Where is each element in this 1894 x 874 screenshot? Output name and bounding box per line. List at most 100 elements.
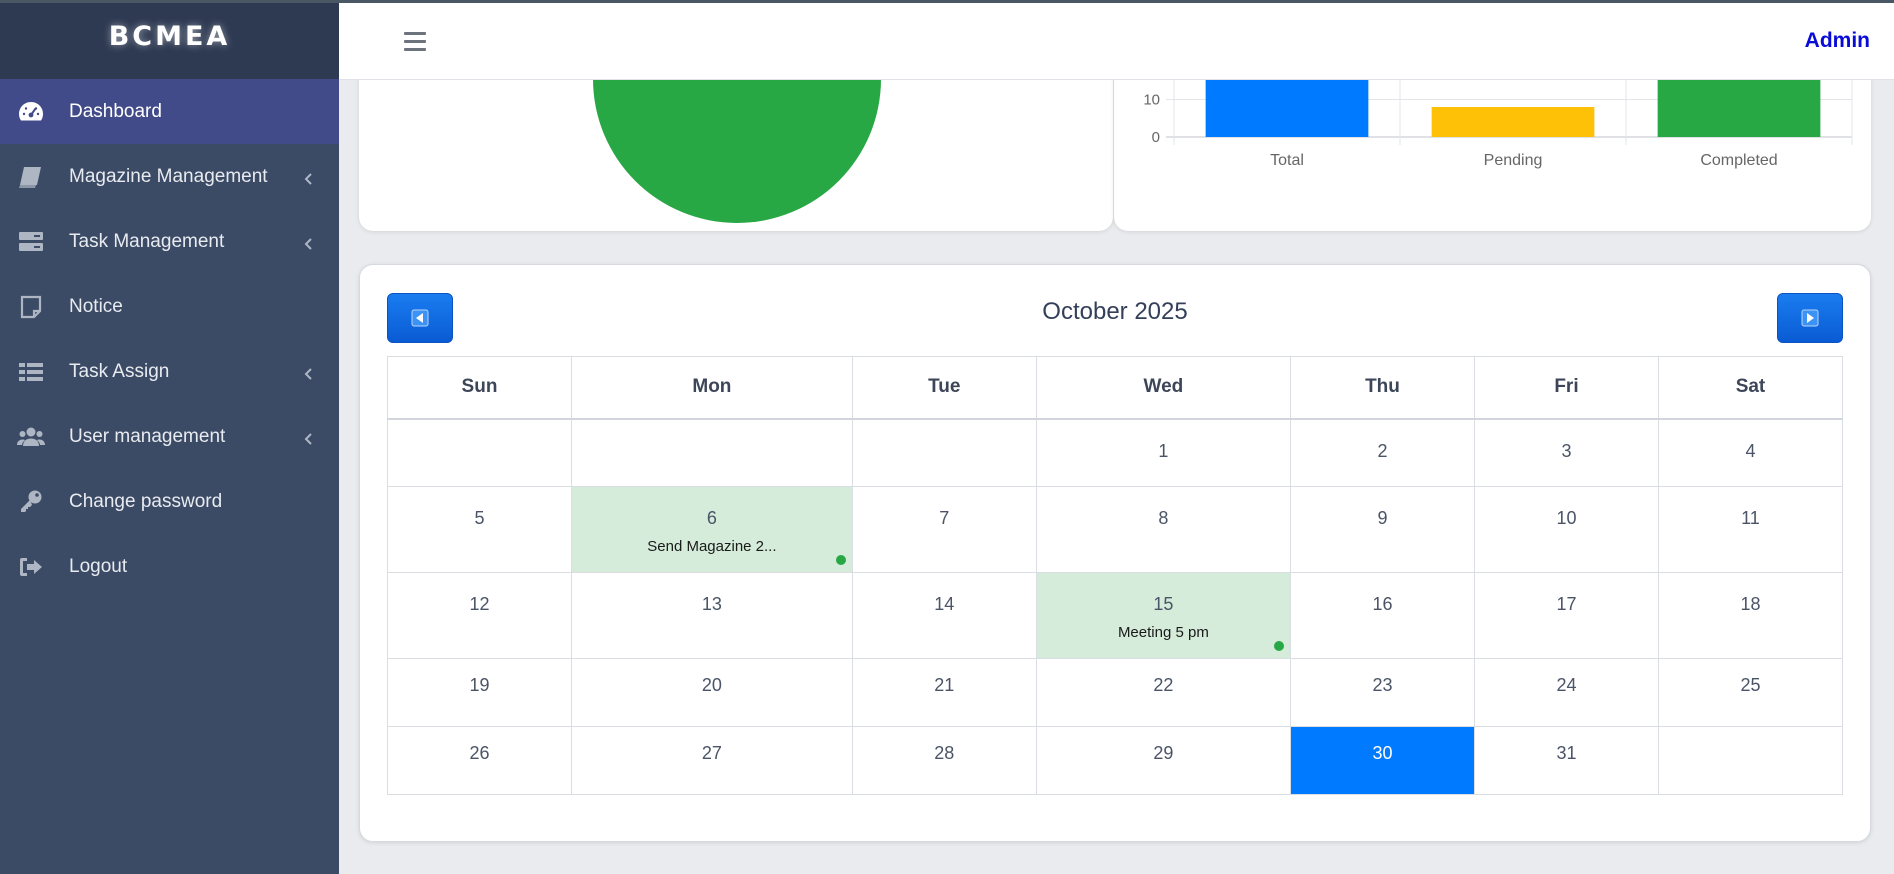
calendar-empty-cell xyxy=(387,418,572,487)
top-header: Admin xyxy=(339,3,1894,80)
calendar-day-cell[interactable]: 28 xyxy=(851,726,1037,795)
calendar-day-cell[interactable]: 26 xyxy=(387,726,572,795)
sidebar-item-task-management[interactable]: Task Management xyxy=(0,209,339,274)
calendar-day-cell[interactable]: 12 xyxy=(387,572,572,659)
day-number: 11 xyxy=(1741,508,1760,528)
brand-logo[interactable]: BCMEA xyxy=(0,0,339,79)
weekday-header-row: Sun Mon Tue Wed Thu Fri Sat xyxy=(387,356,1844,420)
calendar-event[interactable]: Send Magazine 2... xyxy=(572,538,852,555)
calendar-day-cell[interactable]: 27 xyxy=(570,726,853,795)
day-number: 22 xyxy=(1153,675,1174,695)
admin-user-link[interactable]: Admin xyxy=(1805,29,1870,53)
calendar-day-cell[interactable]: 23 xyxy=(1289,658,1475,727)
sidebar-item-magazine-management[interactable]: Magazine Management xyxy=(0,144,339,209)
calendar-day-cell[interactable]: 1 xyxy=(1035,418,1291,487)
sidebar: BCMEA Dashboard Magazine Management Task M… xyxy=(0,0,339,874)
calendar-day-cell[interactable]: 20 xyxy=(570,658,853,727)
calendar-day-cell[interactable]: 10 xyxy=(1473,486,1659,573)
calendar-empty-cell xyxy=(570,418,853,487)
sidebar-item-label: Notice xyxy=(69,295,123,317)
weekday-header: Wed xyxy=(1035,356,1291,420)
sidebar-item-label: Change password xyxy=(69,490,223,512)
day-number: 26 xyxy=(469,743,490,763)
day-number: 31 xyxy=(1556,743,1577,763)
day-number: 7 xyxy=(939,508,950,528)
sidebar-item-task-assign[interactable]: Task Assign xyxy=(0,339,339,404)
day-number: 28 xyxy=(934,743,955,763)
weekday-header: Mon xyxy=(570,356,853,420)
weekday-header: Tue xyxy=(851,356,1037,420)
calendar-day-cell[interactable]: 21 xyxy=(851,658,1037,727)
calendar-day-cell[interactable]: 4 xyxy=(1657,418,1844,487)
weekday-header: Sun xyxy=(387,356,572,420)
calendar-day-cell[interactable]: 8 xyxy=(1035,486,1291,573)
sidebar-item-user-management[interactable]: User management xyxy=(0,404,339,469)
calendar-day-cell[interactable]: 13 xyxy=(570,572,853,659)
sidebar-item-dashboard[interactable]: Dashboard xyxy=(0,79,339,144)
calendar-day-cell[interactable]: 9 xyxy=(1289,486,1475,573)
calendar-month-title: October 2025 xyxy=(1042,298,1188,325)
day-number: 16 xyxy=(1372,594,1393,614)
day-number: 9 xyxy=(1377,508,1388,528)
calendar-day-cell[interactable]: 29 xyxy=(1035,726,1291,795)
calendar-week-row: 26 27 28 29 30 31 xyxy=(387,726,1844,795)
day-number: 17 xyxy=(1556,594,1577,614)
next-month-button[interactable] xyxy=(1777,293,1843,343)
calendar-day-cell[interactable]: 19 xyxy=(387,658,572,727)
hamburger-menu-icon[interactable] xyxy=(404,32,426,52)
day-number: 6 xyxy=(706,508,717,528)
day-number: 19 xyxy=(469,675,490,695)
sidebar-item-notice[interactable]: Notice xyxy=(0,274,339,339)
calendar-day-cell[interactable]: 2 xyxy=(1289,418,1475,487)
calendar-day-cell[interactable]: 30 xyxy=(1289,726,1475,795)
calendar-empty-cell xyxy=(851,418,1037,487)
bar-pending[interactable] xyxy=(1431,107,1595,137)
chevron-left-icon xyxy=(303,235,315,250)
key-icon xyxy=(16,489,46,515)
day-number: 14 xyxy=(934,594,955,614)
day-number: 29 xyxy=(1153,743,1174,763)
calendar-day-cell[interactable]: 16 xyxy=(1289,572,1475,659)
calendar-day-cell[interactable]: 17 xyxy=(1473,572,1659,659)
calendar-event[interactable]: Meeting 5 pm xyxy=(1037,624,1290,641)
book-icon xyxy=(16,164,46,190)
day-number: 8 xyxy=(1158,508,1169,528)
weekday-header: Fri xyxy=(1473,356,1659,420)
chevron-left-icon xyxy=(303,365,315,380)
calendar-empty-cell xyxy=(1657,726,1844,795)
calendar-day-cell[interactable]: 11 xyxy=(1657,486,1844,573)
caret-right-icon xyxy=(1801,309,1819,327)
day-number: 2 xyxy=(1377,440,1388,461)
y-tick-label: 0 xyxy=(1152,129,1160,146)
weekday-header: Sat xyxy=(1657,356,1844,420)
calendar-day-cell[interactable]: 31 xyxy=(1473,726,1659,795)
x-tick-label: Total xyxy=(1270,152,1304,169)
chevron-left-icon xyxy=(303,430,315,445)
calendar-day-cell[interactable]: 15 Meeting 5 pm xyxy=(1035,572,1291,659)
sidebar-item-logout[interactable]: Logout xyxy=(0,534,339,599)
calendar-day-cell[interactable]: 6 Send Magazine 2... xyxy=(570,486,853,573)
day-number: 5 xyxy=(474,508,485,528)
day-number: 10 xyxy=(1556,508,1577,528)
sign-out-icon xyxy=(16,554,46,580)
chevron-left-icon xyxy=(303,170,315,185)
calendar-day-cell[interactable]: 7 xyxy=(851,486,1037,573)
day-number: 25 xyxy=(1740,675,1761,695)
day-number: 23 xyxy=(1372,675,1393,695)
window-top-border xyxy=(0,0,1894,3)
calendar-week-row: 5 6 Send Magazine 2... 7 8 9 10 11 xyxy=(387,486,1844,573)
day-number: 15 xyxy=(1153,594,1174,614)
calendar-day-cell[interactable]: 5 xyxy=(387,486,572,573)
calendar-week-row: 1 2 3 4 xyxy=(387,418,1844,487)
day-number: 1 xyxy=(1158,440,1169,461)
calendar-day-cell[interactable]: 3 xyxy=(1473,418,1659,487)
calendar-day-cell[interactable]: 18 xyxy=(1657,572,1844,659)
calendar-grid: Sun Mon Tue Wed Thu Fri Sat 1 2 3 4 5 6 Send Magazin… xyxy=(387,356,1844,795)
users-icon xyxy=(16,424,46,450)
sidebar-item-change-password[interactable]: Change password xyxy=(0,469,339,534)
calendar-day-cell[interactable]: 14 xyxy=(851,572,1037,659)
sidebar-item-label: Task Assign xyxy=(69,360,170,382)
calendar-day-cell[interactable]: 22 xyxy=(1035,658,1291,727)
calendar-day-cell[interactable]: 24 xyxy=(1473,658,1659,727)
calendar-day-cell[interactable]: 25 xyxy=(1657,658,1844,727)
